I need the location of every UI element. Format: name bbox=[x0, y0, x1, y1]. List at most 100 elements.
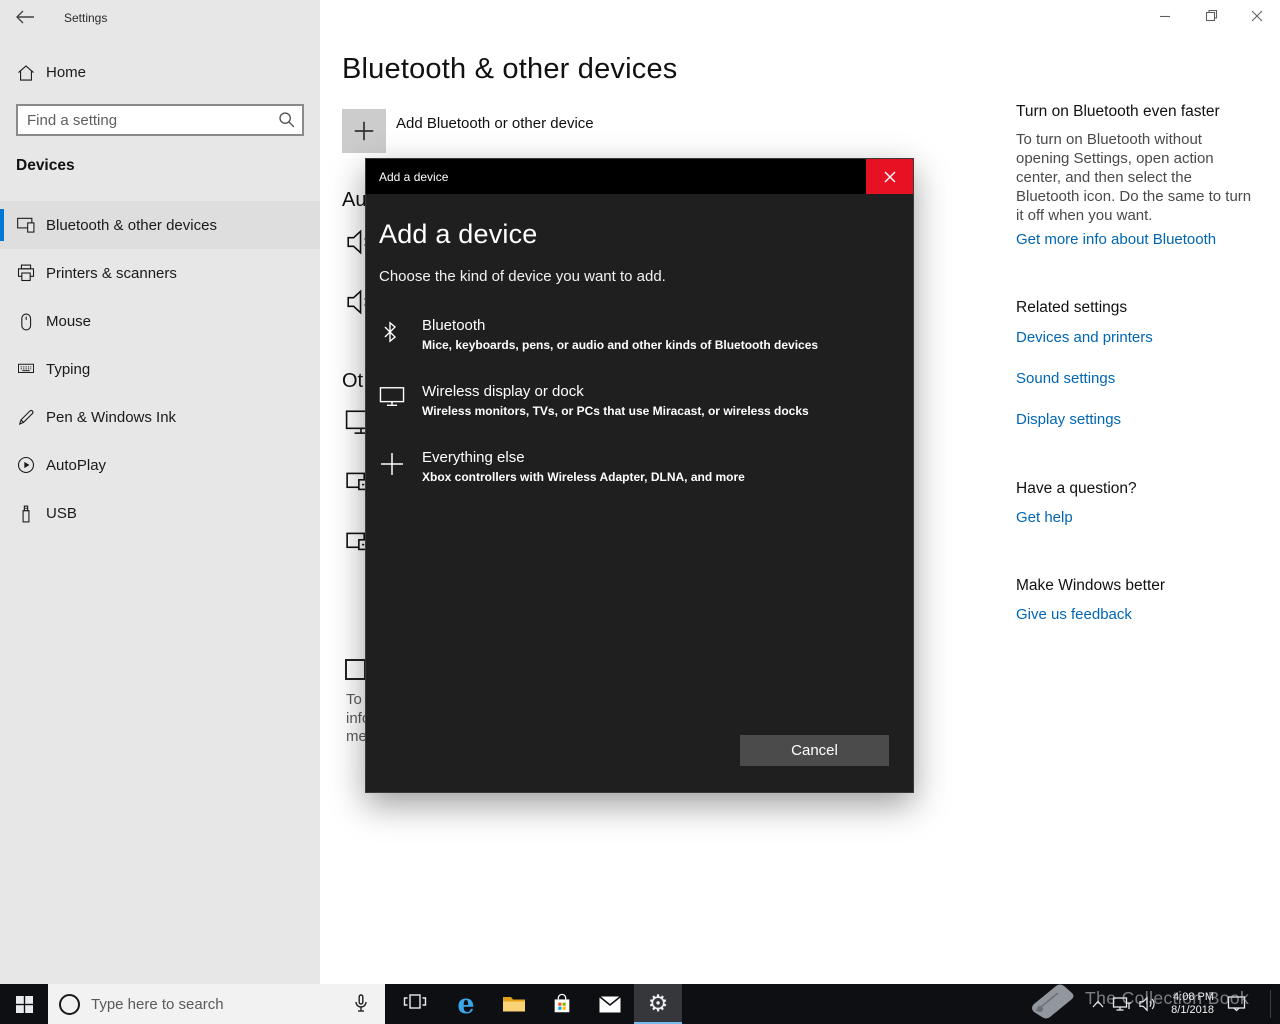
plus-tile bbox=[342, 109, 386, 153]
taskbar-clock[interactable]: 4:08 PM 8/1/2018 bbox=[1156, 984, 1214, 1024]
find-a-setting-searchbox[interactable] bbox=[16, 104, 304, 136]
autoplay-icon bbox=[16, 455, 36, 475]
minimize-button[interactable] bbox=[1142, 0, 1188, 31]
dialog-option-everything-else[interactable]: Everything else Xbox controllers with Wi… bbox=[379, 449, 900, 484]
dialog-titlebar: Add a device bbox=[366, 159, 913, 194]
gear-icon bbox=[648, 990, 669, 1017]
sidebar-item-label: Mouse bbox=[46, 313, 91, 330]
option-title: Wireless display or dock bbox=[422, 383, 809, 400]
link-display-settings[interactable]: Display settings bbox=[1016, 411, 1260, 428]
dialog-titlebar-text: Add a device bbox=[366, 170, 448, 184]
link-give-us-feedback[interactable]: Give us feedback bbox=[1016, 606, 1260, 623]
dialog-body: Add a device Choose the kind of device y… bbox=[366, 194, 913, 792]
search-icon bbox=[276, 109, 302, 131]
close-window-button[interactable] bbox=[1234, 0, 1280, 31]
sidebar-item-home[interactable]: Home bbox=[0, 60, 320, 88]
restore-icon bbox=[1205, 9, 1218, 22]
sidebar-item-label: AutoPlay bbox=[46, 457, 106, 474]
network-tray-icon[interactable] bbox=[1110, 984, 1134, 1024]
minimize-icon bbox=[1159, 10, 1171, 22]
option-description: Mice, keyboards, pens, or audio and othe… bbox=[422, 338, 818, 352]
other-devices-heading-clipped: Ot bbox=[342, 370, 363, 393]
make-windows-better-heading: Make Windows better bbox=[1016, 577, 1260, 595]
start-button[interactable] bbox=[0, 984, 48, 1024]
option-title: Everything else bbox=[422, 449, 745, 466]
option-description: Wireless monitors, TVs, or PCs that use … bbox=[422, 404, 809, 418]
taskbar-search[interactable] bbox=[48, 984, 385, 1024]
printer-icon bbox=[16, 263, 36, 283]
sidebar-item-typing[interactable]: Typing bbox=[0, 345, 320, 393]
close-icon bbox=[884, 171, 896, 183]
have-a-question-heading: Have a question? bbox=[1016, 480, 1260, 498]
sidebar-nav: Bluetooth & other devices Printers & sca… bbox=[0, 201, 320, 537]
wireless-display-icon bbox=[379, 383, 405, 418]
windows-logo-icon bbox=[16, 996, 33, 1013]
pen-icon bbox=[16, 407, 36, 427]
action-center-button[interactable] bbox=[1222, 984, 1250, 1024]
show-desktop-button[interactable] bbox=[1272, 984, 1280, 1024]
plus-icon bbox=[379, 449, 405, 484]
sidebar-item-bluetooth-other-devices[interactable]: Bluetooth & other devices bbox=[0, 201, 320, 249]
taskbar-search-input[interactable] bbox=[80, 996, 349, 1013]
sidebar-item-pen-windows-ink[interactable]: Pen & Windows Ink bbox=[0, 393, 320, 441]
cancel-button[interactable]: Cancel bbox=[740, 735, 889, 766]
home-icon bbox=[16, 62, 36, 89]
usb-icon bbox=[16, 503, 36, 523]
related-settings-heading: Related settings bbox=[1016, 299, 1260, 317]
plus-icon bbox=[351, 118, 377, 144]
dialog-option-bluetooth[interactable]: Bluetooth Mice, keyboards, pens, or audi… bbox=[379, 317, 900, 352]
dialog-subheading: Choose the kind of device you want to ad… bbox=[379, 268, 900, 285]
link-get-more-info-bluetooth[interactable]: Get more info about Bluetooth bbox=[1016, 231, 1260, 248]
close-icon bbox=[1251, 10, 1263, 22]
store-taskbar-button[interactable] bbox=[538, 984, 586, 1024]
dialog-heading: Add a device bbox=[379, 219, 900, 250]
dialog-close-button[interactable] bbox=[866, 159, 913, 194]
sidebar-section-title: Devices bbox=[16, 157, 75, 175]
search-input[interactable] bbox=[18, 112, 276, 129]
settings-sidebar: Settings Home Devices Bluetooth & other … bbox=[0, 0, 320, 984]
cortana-icon bbox=[59, 994, 80, 1015]
add-bluetooth-device-button[interactable]: Add Bluetooth or other device bbox=[342, 109, 594, 153]
back-button[interactable] bbox=[14, 8, 36, 28]
help-body: To turn on Bluetooth without opening Set… bbox=[1016, 130, 1258, 225]
metered-connections-checkbox[interactable] bbox=[345, 659, 366, 680]
dialog-option-wireless-display[interactable]: Wireless display or dock Wireless monito… bbox=[379, 383, 900, 418]
sidebar-item-label: Typing bbox=[46, 361, 90, 378]
clock-date: 8/1/2018 bbox=[1171, 1004, 1214, 1018]
taskbar: 4:08 PM 8/1/2018 bbox=[0, 984, 1280, 1024]
folder-icon bbox=[502, 994, 526, 1014]
add-a-device-dialog: Add a device Add a device Choose the kin… bbox=[365, 158, 914, 793]
tray-separator bbox=[1270, 990, 1271, 1018]
sidebar-item-autoplay[interactable]: AutoPlay bbox=[0, 441, 320, 489]
show-hidden-icons-button[interactable] bbox=[1088, 984, 1108, 1024]
help-panel: Turn on Bluetooth even faster To turn on… bbox=[1016, 103, 1260, 623]
sidebar-item-label: Home bbox=[46, 64, 86, 81]
back-arrow-icon bbox=[14, 8, 36, 26]
bluetooth-icon bbox=[379, 317, 405, 352]
option-title: Bluetooth bbox=[422, 317, 818, 334]
link-get-help[interactable]: Get help bbox=[1016, 509, 1260, 526]
settings-taskbar-button[interactable] bbox=[634, 984, 682, 1024]
sidebar-item-usb[interactable]: USB bbox=[0, 489, 320, 537]
sidebar-item-label: Pen & Windows Ink bbox=[46, 409, 176, 426]
mail-taskbar-button[interactable] bbox=[586, 984, 634, 1024]
sidebar-item-label: USB bbox=[46, 505, 77, 522]
add-button-label: Add Bluetooth or other device bbox=[396, 115, 594, 132]
audio-section-heading-clipped: Au bbox=[342, 189, 366, 212]
sidebar-item-printers-scanners[interactable]: Printers & scanners bbox=[0, 249, 320, 297]
task-view-icon bbox=[403, 992, 427, 1017]
mail-icon bbox=[598, 995, 622, 1014]
task-view-button[interactable] bbox=[391, 984, 439, 1024]
window-controls bbox=[1142, 0, 1280, 31]
file-explorer-taskbar-button[interactable] bbox=[490, 984, 538, 1024]
link-sound-settings[interactable]: Sound settings bbox=[1016, 370, 1260, 387]
mouse-icon bbox=[16, 311, 36, 331]
microphone-icon[interactable] bbox=[349, 992, 373, 1016]
link-devices-and-printers[interactable]: Devices and printers bbox=[1016, 329, 1260, 346]
chevron-up-icon bbox=[1091, 999, 1105, 1009]
restore-button[interactable] bbox=[1188, 0, 1234, 31]
edge-icon bbox=[457, 989, 474, 1020]
edge-taskbar-button[interactable] bbox=[442, 984, 490, 1024]
sidebar-item-mouse[interactable]: Mouse bbox=[0, 297, 320, 345]
keyboard-icon bbox=[16, 359, 36, 379]
